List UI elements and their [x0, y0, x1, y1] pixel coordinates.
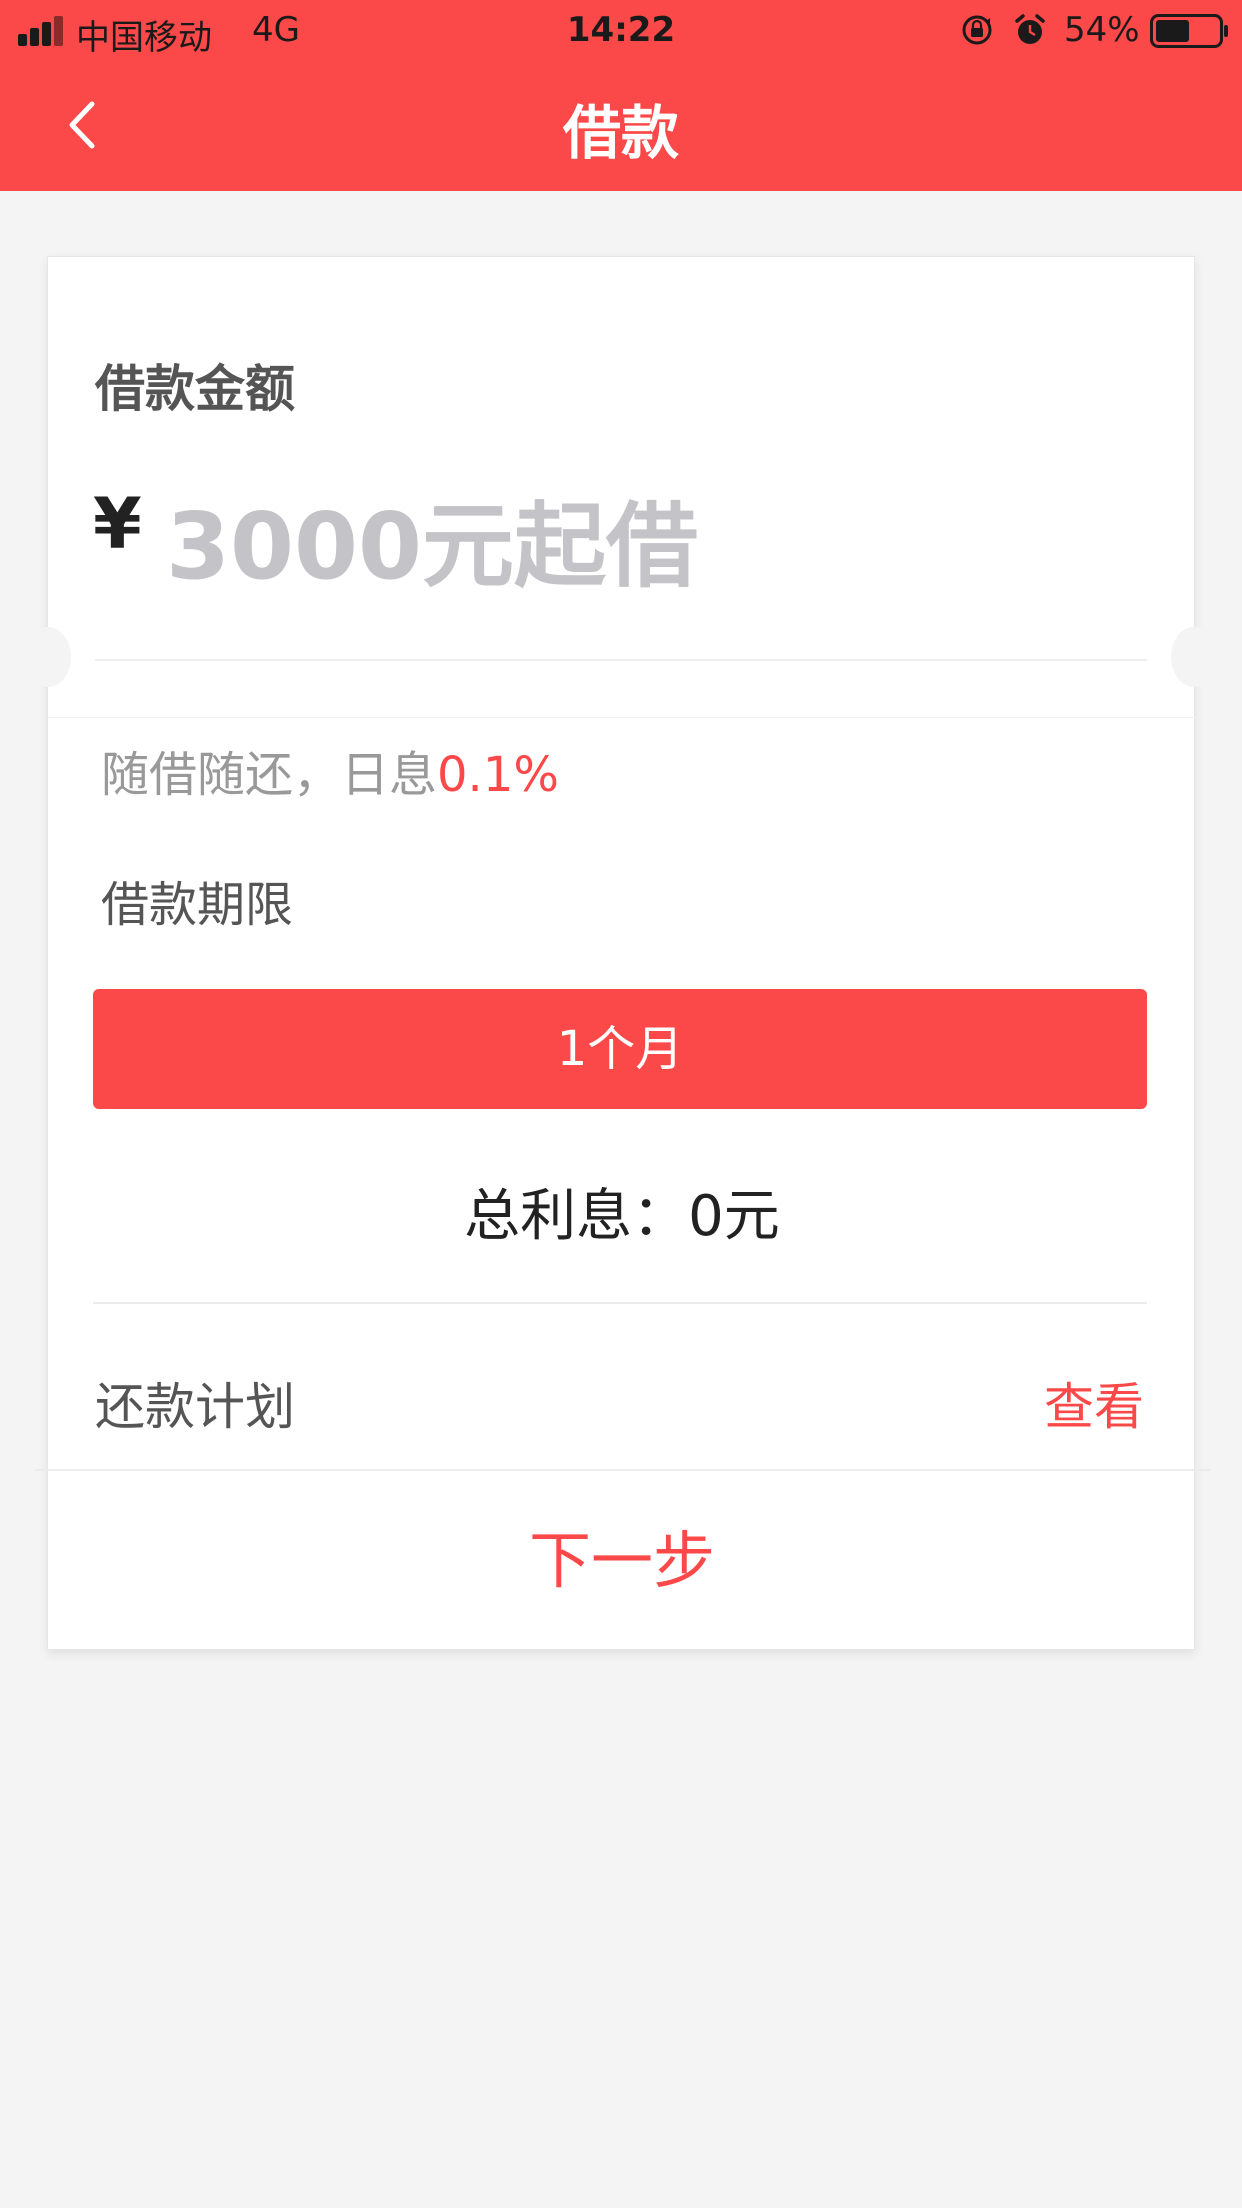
rate-description: 随借随还，日息	[101, 747, 438, 803]
loan-amount-input[interactable]	[166, 481, 1126, 611]
divider	[95, 659, 1147, 661]
daily-rate-value: 0.1%	[437, 747, 559, 803]
divider	[48, 717, 1196, 718]
loan-amount-label: 借款金额	[95, 360, 295, 418]
next-step-button[interactable]: 下一步	[48, 1471, 1196, 1651]
repayment-plan-label: 还款计划	[95, 1378, 295, 1436]
loan-term-label: 借款期限	[101, 877, 294, 933]
total-interest: 总利息：0元	[48, 1171, 1196, 1252]
app-header: 中国移动 4G 14:22 54% 借款	[0, 0, 1242, 191]
page-title: 借款	[562, 99, 679, 167]
interest-rate-info: 随借随还，日息0.1%	[101, 735, 559, 805]
battery-icon	[1150, 14, 1228, 48]
view-repayment-plan-link[interactable]: 查看	[1044, 1367, 1144, 1439]
battery-percentage: 54%	[1064, 10, 1140, 50]
loan-card: 借款金额 ¥ 随借随还，日息0.1% 借款期限 1个月 总利息：0元 还款计划 …	[25, 256, 1217, 1651]
total-interest-value: 0元	[688, 1184, 780, 1249]
status-bar: 中国移动 4G 14:22 54%	[0, 0, 1242, 62]
status-time: 14:22	[566, 10, 676, 50]
divider	[93, 1302, 1147, 1304]
rotation-lock-icon	[962, 15, 992, 45]
total-interest-label: 总利息：	[464, 1184, 689, 1249]
card-notch-right	[1171, 627, 1217, 687]
alarm-icon	[1015, 14, 1045, 44]
currency-symbol: ¥	[93, 483, 142, 565]
term-option-1-month[interactable]: 1个月	[93, 989, 1147, 1109]
card-notch-left	[25, 627, 71, 687]
